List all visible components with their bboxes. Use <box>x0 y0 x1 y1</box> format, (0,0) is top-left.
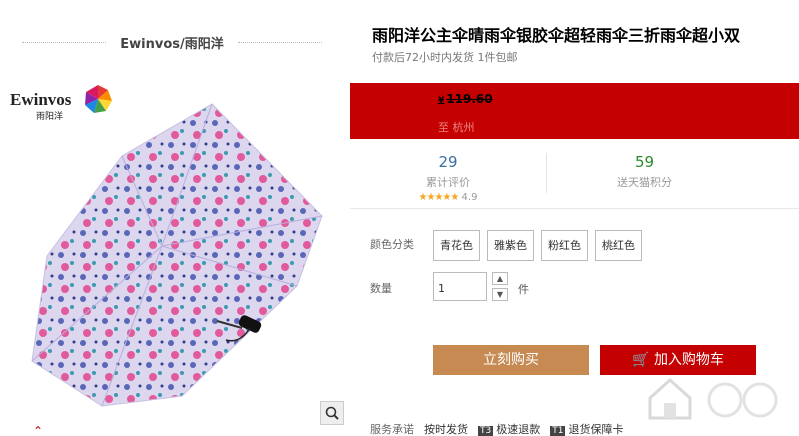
rating-stars: ★★★★★ <box>418 192 460 203</box>
brand-name[interactable]: Ewinvos/雨阳洋 <box>106 33 238 52</box>
up-arrow-icon[interactable]: ⌃ <box>33 424 43 436</box>
watermark-logo <box>648 377 778 420</box>
logo-subtext: 雨阳洋 <box>36 112 64 122</box>
divider <box>237 41 322 43</box>
stats-bar: 29 累计评价 ★★★★★ 4.9 59 送天猫积分 <box>350 147 799 209</box>
service-label: 服务承诺 <box>370 423 414 436</box>
logo-text: Ewinvos <box>10 90 72 109</box>
buy-now-button[interactable]: 立刻购买 <box>433 345 589 375</box>
currency-symbol: ¥ <box>438 96 445 106</box>
reviews-stat[interactable]: 29 累计评价 ★★★★★ 4.9 <box>350 153 546 203</box>
color-option[interactable]: 桃红色 <box>595 230 642 261</box>
brand-logo: Ewinvos 雨阳洋 <box>10 84 112 124</box>
product-subtitle: 付款后72小时内发货 1件包邮 <box>372 51 518 64</box>
quantity-label: 数量 <box>370 282 392 295</box>
color-option[interactable]: 粉红色 <box>541 230 588 261</box>
quantity-decrement-button[interactable]: ▼ <box>492 288 508 301</box>
service-promises: 服务承诺 按时发货 T3 极速退款 T1 退货保障卡 <box>370 421 623 436</box>
price-panel: ¥119.60 至 杭州 <box>350 83 799 139</box>
zoom-button[interactable] <box>320 401 344 425</box>
rating-score: 4.9 <box>461 192 478 203</box>
product-image[interactable] <box>12 96 332 412</box>
quantity-unit: 件 <box>518 283 529 296</box>
product-title: 雨阳洋公主伞晴雨伞银胶伞超轻雨伞三折雨伞超小双 <box>372 26 741 45</box>
quantity-input[interactable]: 1 <box>433 272 487 301</box>
logo-pinwheel-icon <box>85 85 112 113</box>
color-label: 颜色分类 <box>370 238 414 251</box>
service-item-label: 极速退款 <box>496 423 541 436</box>
points-label: 送天猫积分 <box>617 176 672 189</box>
brand-header: Ewinvos/雨阳洋 <box>22 32 322 52</box>
color-options: 青花色 雅紫色 粉红色 桃红色 <box>433 230 642 261</box>
reviews-count: 29 <box>438 153 458 171</box>
points-value: 59 <box>634 153 655 171</box>
service-item[interactable]: T1 退货保障卡 <box>550 421 623 436</box>
price-value: 119.60 <box>446 92 493 106</box>
original-price: ¥119.60 <box>438 92 493 106</box>
divider <box>22 41 107 43</box>
zoom-icon <box>325 406 339 420</box>
service-item[interactable]: 按时发货 <box>424 421 468 436</box>
rating: ★★★★★ 4.9 <box>350 192 546 203</box>
reviews-label: 累计评价 <box>426 176 470 189</box>
color-option[interactable]: 雅紫色 <box>487 230 534 261</box>
service-item-label: 退货保障卡 <box>568 423 624 436</box>
ship-to[interactable]: 至 杭州 <box>438 119 475 135</box>
service-badge: T3 <box>478 426 494 436</box>
color-option[interactable]: 青花色 <box>433 230 480 261</box>
service-badge: T1 <box>550 426 566 436</box>
product-gallery: Ewinvos/雨阳洋 Ewinvos 雨阳洋 ⌃ <box>0 0 350 436</box>
service-item[interactable]: T3 极速退款 <box>478 421 540 436</box>
quantity-increment-button[interactable]: ▲ <box>492 272 508 285</box>
points-stat: 59 送天猫积分 <box>546 153 742 193</box>
